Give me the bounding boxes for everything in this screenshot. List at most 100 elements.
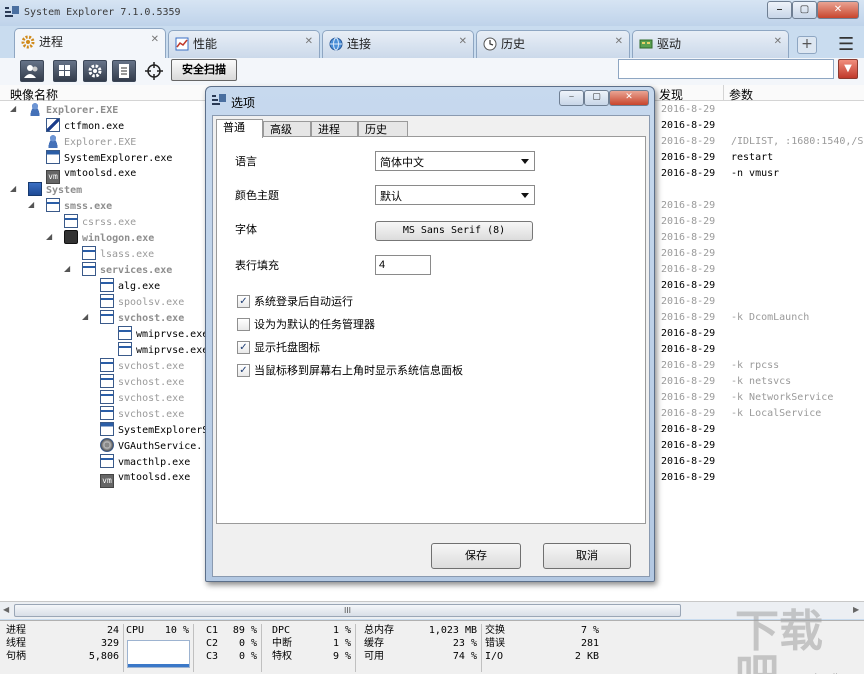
language-select[interactable]: 简体中文	[375, 151, 535, 171]
list-item[interactable]: smss.exe	[46, 198, 112, 214]
list-item[interactable]: wmiprvse.exe	[118, 342, 208, 358]
tab-general[interactable]: 普通	[216, 119, 263, 138]
table-cell: 2016-8-29	[661, 200, 716, 211]
search-input[interactable]	[618, 59, 834, 79]
security-scan-button[interactable]: 安全扫描	[171, 59, 237, 81]
table-cell: 2016-8-29	[661, 472, 716, 483]
app-logo-icon	[5, 6, 19, 17]
list-item[interactable]: svchost.exe	[100, 390, 184, 406]
window-icon	[100, 374, 114, 388]
cancel-button[interactable]: 取消	[543, 543, 631, 569]
users-button[interactable]	[20, 60, 44, 82]
list-item[interactable]: wmiprvse.exe	[118, 326, 208, 342]
search-dropdown-icon[interactable]: ▼	[838, 59, 858, 79]
tab-close-icon[interactable]: ✕	[459, 36, 467, 47]
table-cell: 2016-8-29	[661, 248, 716, 259]
minimize-button[interactable]: ⎯	[767, 1, 792, 19]
list-item[interactable]: SystemExplorerS	[100, 422, 208, 438]
vm-icon: vm	[100, 474, 114, 488]
tab-drivers-label: 驱动	[657, 37, 682, 51]
tab-processes[interactable]: 进程 ✕	[14, 28, 166, 58]
table-cell	[661, 182, 715, 198]
scroll-left-icon[interactable]: ◀	[3, 605, 9, 614]
close-button[interactable]: ✕	[817, 1, 859, 19]
column-found[interactable]: 发现	[659, 86, 683, 103]
list-item[interactable]: lsass.exe	[82, 246, 154, 262]
tab-drivers[interactable]: 驱动 ✕	[632, 30, 789, 58]
list-item[interactable]: vm vmtoolsd.exe	[100, 470, 190, 488]
table-cell: 2016-8-29	[661, 264, 716, 275]
table-cell: -k rpcss	[731, 360, 780, 371]
tab-close-icon[interactable]: ✕	[151, 34, 159, 45]
tree-expander-icon[interactable]: ◢	[10, 184, 16, 193]
maximize-button[interactable]: ▢	[792, 1, 817, 19]
list-item[interactable]: ctfmon.exe	[46, 118, 124, 134]
save-button[interactable]: 保存	[431, 543, 521, 569]
font-button[interactable]: MS Sans Serif (8)	[375, 221, 533, 241]
dialog-minimize-button[interactable]: ⎯	[559, 90, 584, 106]
dialog-close-button[interactable]: ✕	[609, 90, 649, 106]
table-cell: -k NetworkService	[731, 392, 834, 403]
windows-button[interactable]	[53, 60, 77, 82]
status-dpc: DPC 1 % 中断 1 % 特权 9 %	[272, 624, 356, 672]
checkbox-checked-icon: ✓	[237, 341, 250, 354]
tab-close-icon[interactable]: ✕	[305, 36, 313, 47]
tab-history-options[interactable]: 历史	[358, 121, 408, 137]
table-cell: -k DcomLaunch	[731, 312, 810, 323]
list-item[interactable]: vmacthlp.exe	[100, 454, 190, 470]
column-image-name[interactable]: 映像名称	[10, 86, 58, 103]
tab-close-icon[interactable]: ✕	[774, 36, 782, 47]
tab-close-icon[interactable]: ✕	[615, 36, 623, 47]
list-item[interactable]: svchost.exe	[100, 374, 184, 390]
table-cell	[731, 198, 864, 214]
table-cell: 2016-8-29	[661, 312, 716, 323]
list-item[interactable]: spoolsv.exe	[100, 294, 184, 310]
list-item[interactable]: svchost.exe	[100, 358, 184, 374]
scrollbar-thumb[interactable]: III	[14, 604, 681, 617]
table-cell	[731, 214, 864, 230]
lock-icon	[64, 230, 78, 244]
menu-icon[interactable]: ☰	[838, 34, 854, 55]
list-item[interactable]: svchost.exe	[100, 406, 184, 422]
list-item[interactable]: VGAuthService.	[100, 438, 202, 454]
list-item[interactable]: services.exe	[82, 262, 172, 278]
list-item[interactable]: winlogon.exe	[64, 230, 154, 246]
dialog-maximize-button[interactable]: ▢	[584, 90, 609, 106]
list-item[interactable]: SystemExplorer.exe	[46, 150, 172, 166]
window-icon	[82, 246, 96, 260]
list-item[interactable]: svchost.exe	[100, 310, 184, 326]
tab-connections[interactable]: 连接 ✕	[322, 30, 474, 58]
list-item[interactable]: Explorer.EXE	[28, 102, 118, 118]
window-icon	[100, 294, 114, 308]
language-label: 语言	[235, 155, 257, 168]
crosshair-icon[interactable]	[145, 62, 163, 80]
tree-expander-icon[interactable]: ◢	[46, 232, 52, 241]
list-view-button[interactable]	[112, 60, 136, 82]
new-tab-button[interactable]: +	[797, 36, 817, 54]
column-params[interactable]: 参数	[729, 86, 753, 103]
tree-expander-icon[interactable]: ◢	[10, 104, 16, 113]
window-icon	[100, 278, 114, 292]
params-column: /IDLIST, :1680:1540,/S restart -n vmusr …	[731, 102, 864, 422]
tab-advanced[interactable]: 高级	[263, 121, 311, 137]
table-cell	[731, 278, 864, 294]
dialog-title: 选项	[231, 96, 256, 110]
list-item[interactable]: System	[28, 182, 82, 198]
tree-expander-icon[interactable]: ◢	[82, 312, 88, 321]
tree-expander-icon[interactable]: ◢	[28, 200, 34, 209]
list-item[interactable]: Explorer.EXE	[46, 134, 136, 150]
user-icon	[46, 134, 60, 148]
list-item[interactable]: alg.exe	[100, 278, 160, 294]
theme-select[interactable]: 默认	[375, 185, 535, 205]
table-cell: 2016-8-29	[661, 168, 716, 179]
tab-history[interactable]: 历史 ✕	[476, 30, 630, 58]
tab-process[interactable]: 进程	[311, 121, 358, 137]
row-padding-input[interactable]	[375, 255, 431, 275]
tree-expander-icon[interactable]: ◢	[64, 264, 70, 273]
list-item[interactable]: csrss.exe	[64, 214, 136, 230]
services-button[interactable]	[83, 60, 107, 82]
table-cell: 2016-8-29	[661, 232, 716, 243]
tab-performance[interactable]: 性能 ✕	[168, 30, 320, 58]
table-cell: 2016-8-29	[661, 104, 716, 115]
list-item[interactable]: vm vmtoolsd.exe	[46, 166, 136, 184]
